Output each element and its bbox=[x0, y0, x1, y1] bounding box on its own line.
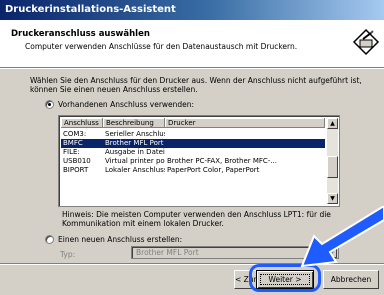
port-list-header: Anschluss Beschreibung Drucker bbox=[61, 118, 325, 128]
port-type-value: Brother MFL Port bbox=[136, 248, 199, 257]
existing-port-label: Vorhandenen Anschluss verwenden: bbox=[58, 100, 195, 109]
port-list[interactable]: Anschluss Beschreibung Drucker COM3: Ser… bbox=[58, 115, 340, 207]
new-port-radio[interactable] bbox=[45, 235, 54, 244]
scroll-thumb[interactable] bbox=[327, 156, 338, 178]
scroll-down-icon[interactable]: ▼ bbox=[327, 193, 338, 204]
page-title: Druckeranschluss auswählen bbox=[11, 29, 150, 39]
wizard-header: Druckeranschluss auswählen Computer verw… bbox=[0, 20, 384, 68]
port-type-label: Typ: bbox=[60, 250, 76, 259]
intro-text: Wählen Sie den Anschluss für den Drucker… bbox=[30, 76, 362, 94]
printer-pencil-icon bbox=[352, 28, 380, 56]
page-subtitle: Computer verwenden Anschlüsse für den Da… bbox=[25, 42, 298, 51]
column-header-port[interactable]: Anschluss bbox=[61, 118, 103, 128]
table-row[interactable]: BIPORT Lokaler Anschluss PaperPort Color… bbox=[61, 166, 325, 175]
existing-port-radio[interactable] bbox=[45, 100, 54, 109]
pointer-arrow-icon bbox=[300, 206, 384, 268]
table-row[interactable]: FILE: Ausgabe in Datei bbox=[61, 148, 325, 157]
scroll-up-icon[interactable]: ▲ bbox=[327, 118, 338, 129]
column-header-printer[interactable]: Drucker bbox=[165, 118, 325, 128]
window-title: Druckerinstallations-Assistent bbox=[0, 0, 384, 20]
column-header-description[interactable]: Beschreibung bbox=[103, 118, 165, 128]
port-list-scrollbar[interactable]: ▲ ▼ bbox=[327, 118, 338, 204]
table-row[interactable]: COM3: Serieller Anschluss bbox=[61, 130, 325, 139]
table-row-selected[interactable]: BMFC Brother MFL Port bbox=[61, 139, 325, 148]
new-port-label: Einen neuen Anschluss erstellen: bbox=[58, 235, 183, 244]
table-row[interactable]: USB010 Virtual printer port for ... Brot… bbox=[61, 157, 325, 166]
